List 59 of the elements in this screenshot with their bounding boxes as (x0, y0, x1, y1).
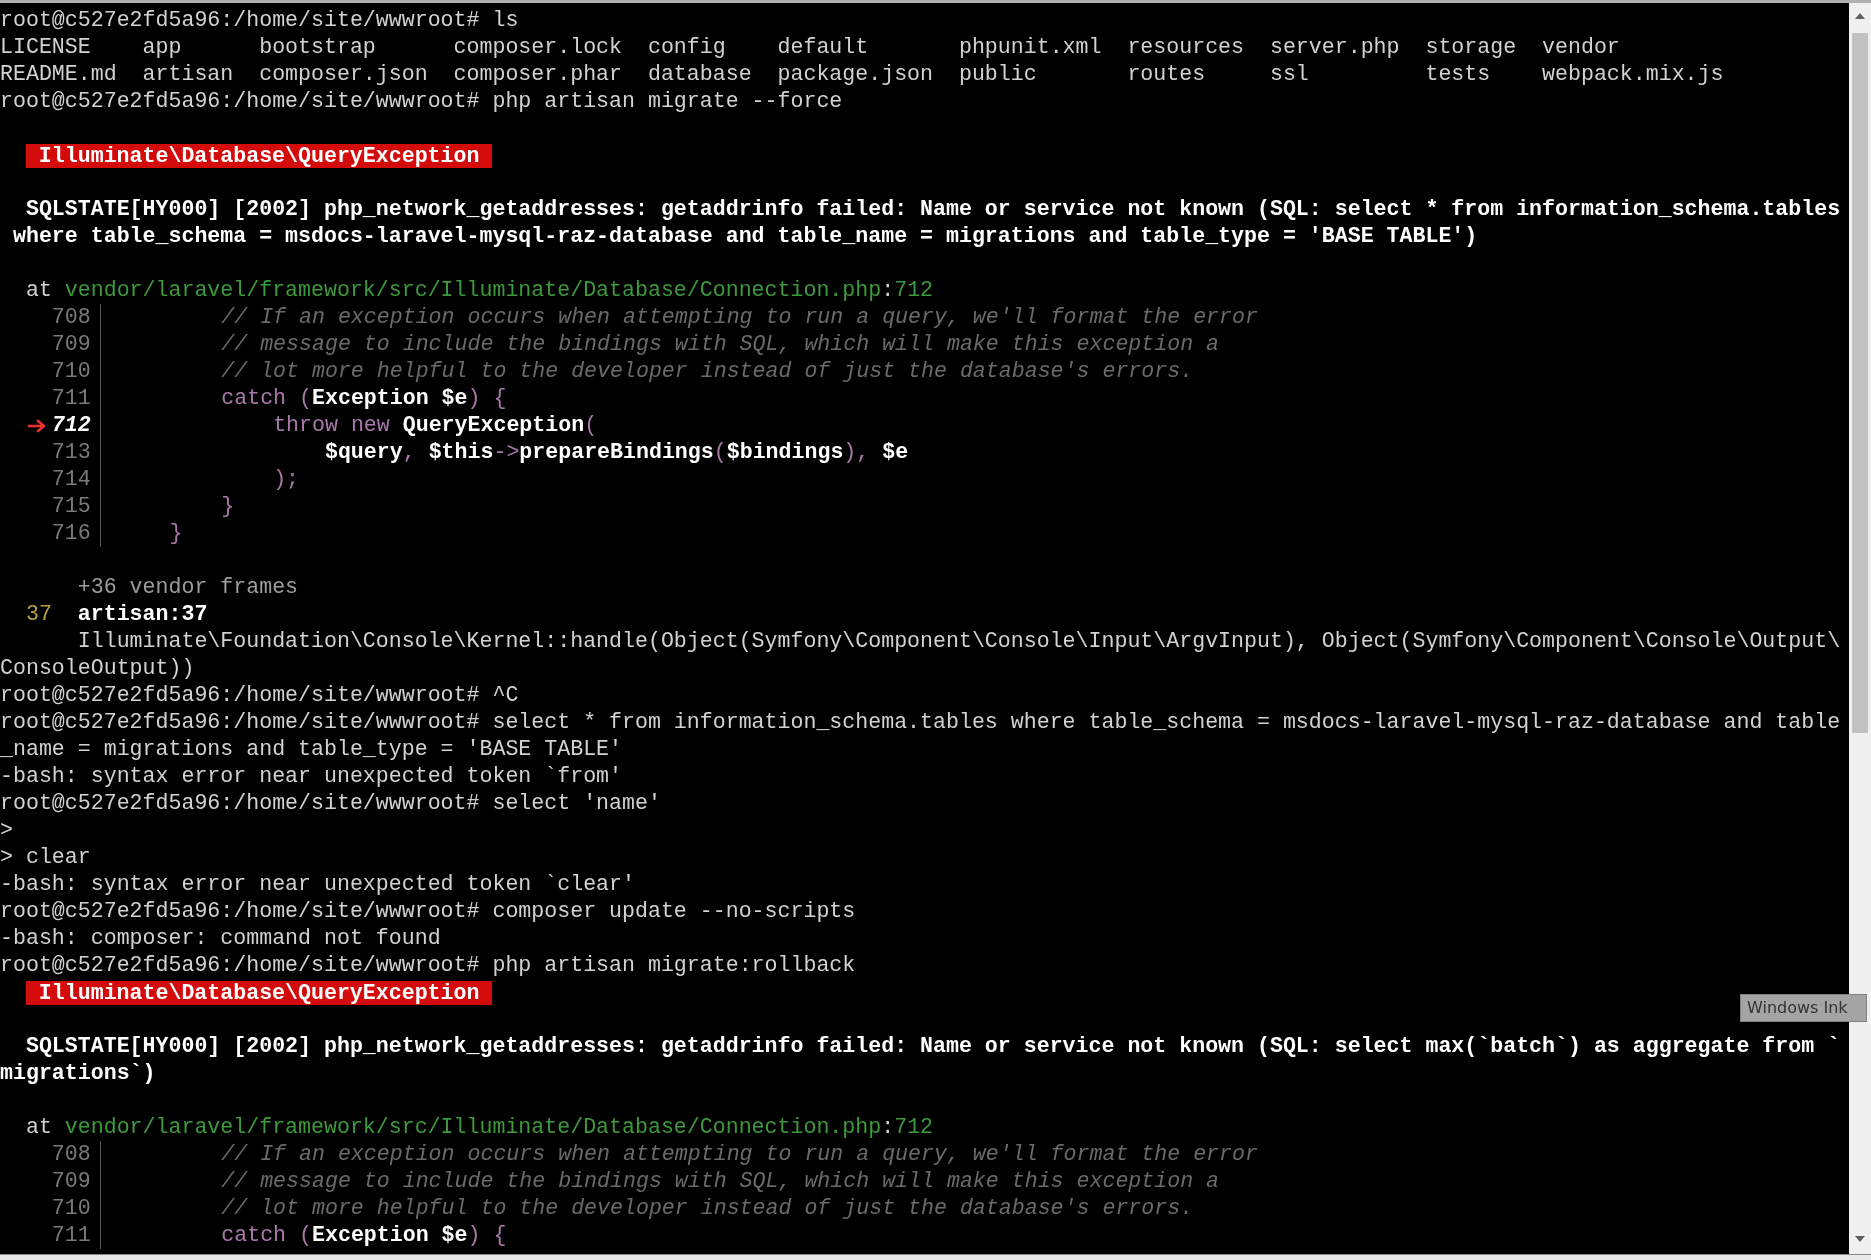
terminal-line: _name = migrations and table_type = 'BASE TABLE' (0, 736, 622, 763)
code-line: // lot more helpful to the developer instead of just the database's errors. (221, 358, 1194, 385)
terminal-line: -bash: composer: command not found (0, 925, 441, 952)
terminal-line: ConsoleOutput)) (0, 655, 195, 682)
code-line: // message to include the bindings with SQL, which will make this exception a (221, 331, 1220, 358)
exception-badge: Illuminate\Database\QueryException (25, 143, 493, 168)
terminal-line: -bash: syntax error near unexpected token `from' (0, 763, 622, 790)
terminal-line: at vendor/laravel/framework/src/Illuminate/Database/Connection.php:712 (25, 1114, 934, 1141)
terminal-line: root@c527e2fd5a96:/home/site/wwwroot# ^C (0, 682, 519, 709)
terminal-line: > clear (0, 844, 91, 871)
line-number: 709 (51, 1168, 91, 1195)
terminal-line: where table_schema = msdocs-laravel-mysql-raz-database and table_name = migrations and table_type = 'BASE TABLE') (12, 223, 1478, 250)
line-number: 711 (51, 1222, 91, 1249)
terminal-line: migrations`) (0, 1060, 156, 1087)
terminal-line: SQLSTATE[HY000] [2002] php_network_getaddresses: getaddrinfo failed: Name or service not known (SQL: select max(`batch`) as aggregate from ` (25, 1033, 1841, 1060)
code-line: throw new QueryException( (273, 412, 598, 439)
terminal-line: root@c527e2fd5a96:/home/site/wwwroot# php artisan migrate:rollback (0, 952, 856, 979)
terminal-line: -bash: syntax error near unexpected token `clear' (0, 871, 635, 898)
terminal-line: root@c527e2fd5a96:/home/site/wwwroot# ls (0, 7, 519, 34)
scrollbar[interactable] (1849, 3, 1871, 1254)
scroll-down-icon[interactable] (1855, 1236, 1865, 1242)
line-number: 712 (51, 412, 91, 439)
code-line: // message to include the bindings with SQL, which will make this exception a (221, 1168, 1220, 1195)
scroll-up-icon[interactable] (1855, 13, 1865, 19)
code-line: $query, $this->prepareBindings($bindings), $e (324, 439, 909, 466)
terminal-line: 37 artisan:37 (25, 601, 208, 628)
line-number: 714 (51, 466, 91, 493)
line-number: 709 (51, 331, 91, 358)
terminal-line: LICENSE app bootstrap composer.lock config default phpunit.xml resources server.php storage vendor (0, 34, 1620, 61)
code-line: // lot more helpful to the developer instead of just the database's errors. (221, 1195, 1194, 1222)
arrow-icon (27, 418, 48, 433)
code-line: ); (273, 466, 300, 493)
code-line: } (221, 493, 235, 520)
tooltip: Windows Ink (1740, 994, 1867, 1022)
line-number: 708 (51, 1141, 91, 1168)
code-line: catch (Exception $e) { (221, 1222, 507, 1249)
code-line: // If an exception occurs when attempting to run a query, we'll format the error (221, 1141, 1258, 1168)
terminal-line: root@c527e2fd5a96:/home/site/wwwroot# php artisan migrate --force (0, 88, 843, 115)
terminal-line: README.md artisan composer.json composer.phar database package.json public routes ssl tests webpack.mix.js (0, 61, 1724, 88)
line-number: 713 (51, 439, 91, 466)
terminal-line: SQLSTATE[HY000] [2002] php_network_getaddresses: getaddrinfo failed: Name or service not known (SQL: select * from information_schema.tables (25, 196, 1841, 223)
line-number: 711 (51, 385, 91, 412)
code-line: } (169, 520, 183, 547)
terminal-line: root@c527e2fd5a96:/home/site/wwwroot# composer update --no-scripts (0, 898, 856, 925)
terminal-line: > (0, 817, 13, 844)
line-number: 710 (51, 358, 91, 385)
terminal-line: Illuminate\Foundation\Console\Kernel::handle(Object(Symfony\Component\Console\Input\ArgvInput), Object(Symfony\Component\Console\Output\ (77, 628, 1841, 655)
terminal-line: root@c527e2fd5a96:/home/site/wwwroot# select * from information_schema.tables where table_schema = msdocs-laravel-mysql-raz-database and table (0, 709, 1841, 736)
terminal-line: +36 vendor frames (77, 574, 299, 601)
line-number: 716 (51, 520, 91, 547)
exception-badge: Illuminate\Database\QueryException (25, 980, 493, 1005)
code-line: catch (Exception $e) { (221, 385, 507, 412)
code-line: // If an exception occurs when attempting to run a query, we'll format the error (221, 304, 1258, 331)
terminal-line: root@c527e2fd5a96:/home/site/wwwroot# select 'name' (0, 790, 661, 817)
scroll-thumb[interactable] (1852, 33, 1868, 733)
line-number: 710 (51, 1195, 91, 1222)
line-number: 708 (51, 304, 91, 331)
line-number: 715 (51, 493, 91, 520)
terminal-line: at vendor/laravel/framework/src/Illuminate/Database/Connection.php:712 (25, 277, 934, 304)
